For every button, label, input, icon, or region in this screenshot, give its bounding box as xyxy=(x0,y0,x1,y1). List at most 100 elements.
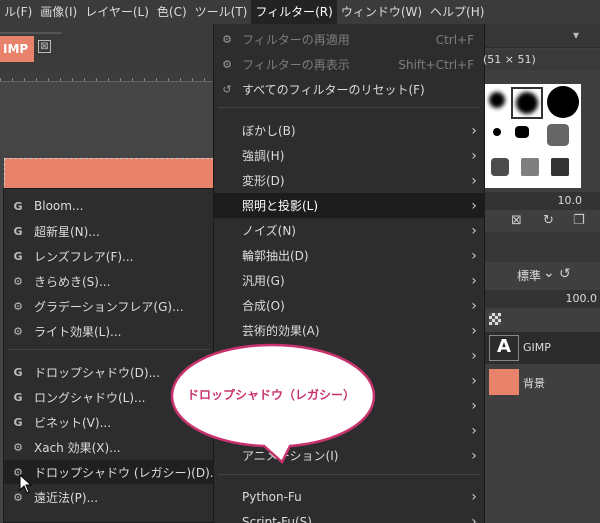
gegl-icon: G xyxy=(13,249,23,263)
menu-item-distorts[interactable]: 変形(D) › xyxy=(214,168,484,193)
menu-item-xach-effect[interactable]: ⚙ Xach 効果(X)... xyxy=(4,435,214,459)
reset-mode-icon[interactable]: ↺ xyxy=(559,266,571,282)
brush-swatch[interactable] xyxy=(547,124,569,146)
brush-action-bar: ⊠ ↻ ❐ xyxy=(485,210,600,232)
menu-item-light-and-shadow[interactable]: 照明と投影(L) › xyxy=(214,193,484,218)
layer-name: GIMP xyxy=(523,341,551,354)
menu-item-label: ビネット(V)... xyxy=(34,415,112,430)
refresh-icon[interactable]: ↻ xyxy=(543,213,554,228)
menu-item-label: ライト効果(L)... xyxy=(34,324,122,339)
brush-swatch[interactable] xyxy=(547,86,579,118)
menu-item-label: 超新星(N)... xyxy=(34,224,100,239)
menu-item-sparkle[interactable]: ⚙ きらめき(S)... xyxy=(4,269,214,293)
menu-item-shortcut: Ctrl+F xyxy=(435,32,474,47)
menu-item-hidden-4[interactable]: › xyxy=(214,418,484,443)
light-shadow-submenu: G Bloom... G 超新星(N)... G レンズフレア(F)... ⚙ … xyxy=(3,188,221,523)
horizontal-ruler[interactable] xyxy=(0,72,214,82)
delete-brush-icon[interactable]: ⊠ xyxy=(511,213,522,228)
reset-filters-icon: ↺ xyxy=(222,83,232,96)
brush-swatch-shape xyxy=(516,92,538,114)
menu-image[interactable]: 画像(I) xyxy=(36,0,81,24)
plugin-icon: ⚙ xyxy=(13,440,23,454)
brush-grid[interactable] xyxy=(485,84,581,188)
duplicate-icon[interactable]: ❐ xyxy=(573,213,585,228)
menu-item-label: きらめき(S)... xyxy=(34,274,111,289)
menu-item-label: フィルターの再表示 xyxy=(242,58,350,72)
gegl-icon: G xyxy=(13,390,23,404)
brush-swatch[interactable] xyxy=(491,158,509,176)
brush-swatch-selected[interactable] xyxy=(511,87,543,119)
dock-tabbar: ▾ xyxy=(485,24,600,48)
brush-swatch[interactable] xyxy=(515,126,529,138)
menu-item-repeat-filter[interactable]: ⚙ フィルターの再適用 Ctrl+F xyxy=(214,27,484,52)
brush-swatch[interactable] xyxy=(551,158,569,176)
chevron-right-icon: › xyxy=(471,372,477,389)
menu-item-generic[interactable]: 汎用(G) › xyxy=(214,268,484,293)
layer-row[interactable]: 背景 xyxy=(485,366,600,398)
layer-row[interactable]: A GIMP xyxy=(485,332,600,364)
dock-menu-icon[interactable]: ▾ xyxy=(573,28,579,42)
chevron-right-icon: › xyxy=(471,172,477,189)
menu-item-bloom[interactable]: G Bloom... xyxy=(4,194,214,218)
menu-item-supernova[interactable]: G 超新星(N)... xyxy=(4,219,214,243)
menu-item-label: 遠近法(P)... xyxy=(34,490,99,505)
menu-item-perspective[interactable]: ⚙ 遠近法(P)... xyxy=(4,485,214,509)
menu-item-lens-flare[interactable]: G レンズフレア(F)... xyxy=(4,244,214,268)
menu-help[interactable]: ヘルプ(H) xyxy=(426,0,488,24)
menu-item-label: ロングシャドウ(L)... xyxy=(34,390,146,405)
menu-item-label: 芸術的効果(A) xyxy=(242,324,320,338)
menu-item-hidden-1[interactable]: › xyxy=(214,343,484,368)
plugin-icon: ⚙ xyxy=(13,299,23,313)
opacity-field[interactable]: 100.0 xyxy=(485,290,600,308)
menu-item-artistic[interactable]: 芸術的効果(A) › xyxy=(214,318,484,343)
menu-item-script-fu[interactable]: Script-Fu(S) › xyxy=(214,509,484,523)
menu-colors[interactable]: 色(C) xyxy=(153,0,191,24)
menu-file[interactable]: ル(F) xyxy=(0,0,36,24)
menu-item-animation[interactable]: アニメーション(I) › xyxy=(214,443,484,468)
gegl-icon: G xyxy=(13,199,23,213)
menu-item-label: Xach 効果(X)... xyxy=(34,440,121,455)
menu-item-label: 輪郭抽出(D) xyxy=(242,249,309,263)
menu-item-gradient-flare[interactable]: ⚙ グラデーションフレア(G)... xyxy=(4,294,214,318)
menu-item-lighting-effects[interactable]: ⚙ ライト効果(L)... xyxy=(4,319,214,343)
chevron-right-icon: › xyxy=(471,322,477,339)
chevron-right-icon: › xyxy=(471,297,477,314)
menu-item-edge-detect[interactable]: 輪郭抽出(D) › xyxy=(214,243,484,268)
menu-item-drop-shadow[interactable]: G ドロップシャドウ(D)... xyxy=(4,360,214,384)
menu-item-noise[interactable]: ノイズ(N) › xyxy=(214,218,484,243)
lock-alpha-icon[interactable] xyxy=(489,313,501,325)
menu-filters[interactable]: フィルター(R) xyxy=(251,0,337,24)
menu-item-label: Python-Fu xyxy=(242,489,302,504)
menu-separator xyxy=(218,474,480,475)
menu-item-python-fu[interactable]: Python-Fu › xyxy=(214,484,484,509)
menu-layer[interactable]: レイヤー(L) xyxy=(81,0,153,24)
menu-item-label: ぼかし(B) xyxy=(242,124,296,138)
menu-item-reshow-filter[interactable]: ⚙ フィルターの再表示 Shift+Ctrl+F xyxy=(214,52,484,77)
brush-swatch[interactable] xyxy=(521,158,539,176)
chevron-right-icon: › xyxy=(471,447,477,464)
menu-item-blur[interactable]: ぼかし(B) › xyxy=(214,118,484,143)
brush-name: (51 × 51) xyxy=(483,53,536,66)
brush-swatch[interactable] xyxy=(493,128,501,136)
brush-swatch[interactable] xyxy=(489,92,505,108)
opacity-value: 100.0 xyxy=(565,292,598,305)
chevron-right-icon: › xyxy=(471,147,477,164)
menu-item-combine[interactable]: 合成(O) › xyxy=(214,293,484,318)
menu-item-shortcut: Shift+Ctrl+F xyxy=(398,57,474,72)
image-canvas[interactable] xyxy=(4,158,214,190)
menu-tools[interactable]: ツール(T) xyxy=(191,0,252,24)
image-tab[interactable]: IMP ⊠ xyxy=(0,32,62,66)
layer-mode-select[interactable]: 標準 ⌄ xyxy=(513,264,555,286)
menu-item-reset-all-filters[interactable]: ↺ すべてのフィルターのリセット(F) xyxy=(214,77,484,102)
menu-windows[interactable]: ウィンドウ(W) xyxy=(337,0,426,24)
plugin-icon: ⚙ xyxy=(13,274,23,288)
menu-item-label: 強調(H) xyxy=(242,149,285,163)
layer-mode-row: 標準 ⌄ ↺ xyxy=(485,262,600,288)
menu-item-vignette[interactable]: G ビネット(V)... xyxy=(4,410,214,434)
menu-item-enhance[interactable]: 強調(H) › xyxy=(214,143,484,168)
close-icon[interactable]: ⊠ xyxy=(38,40,51,53)
menu-item-drop-shadow-legacy[interactable]: ⚙ ドロップシャドウ (レガシー)(D)... xyxy=(4,460,221,484)
brush-header: (51 × 51) xyxy=(483,50,600,70)
menu-item-label: 変形(D) xyxy=(242,174,285,188)
brush-size-field[interactable]: 10.0 xyxy=(485,192,600,210)
